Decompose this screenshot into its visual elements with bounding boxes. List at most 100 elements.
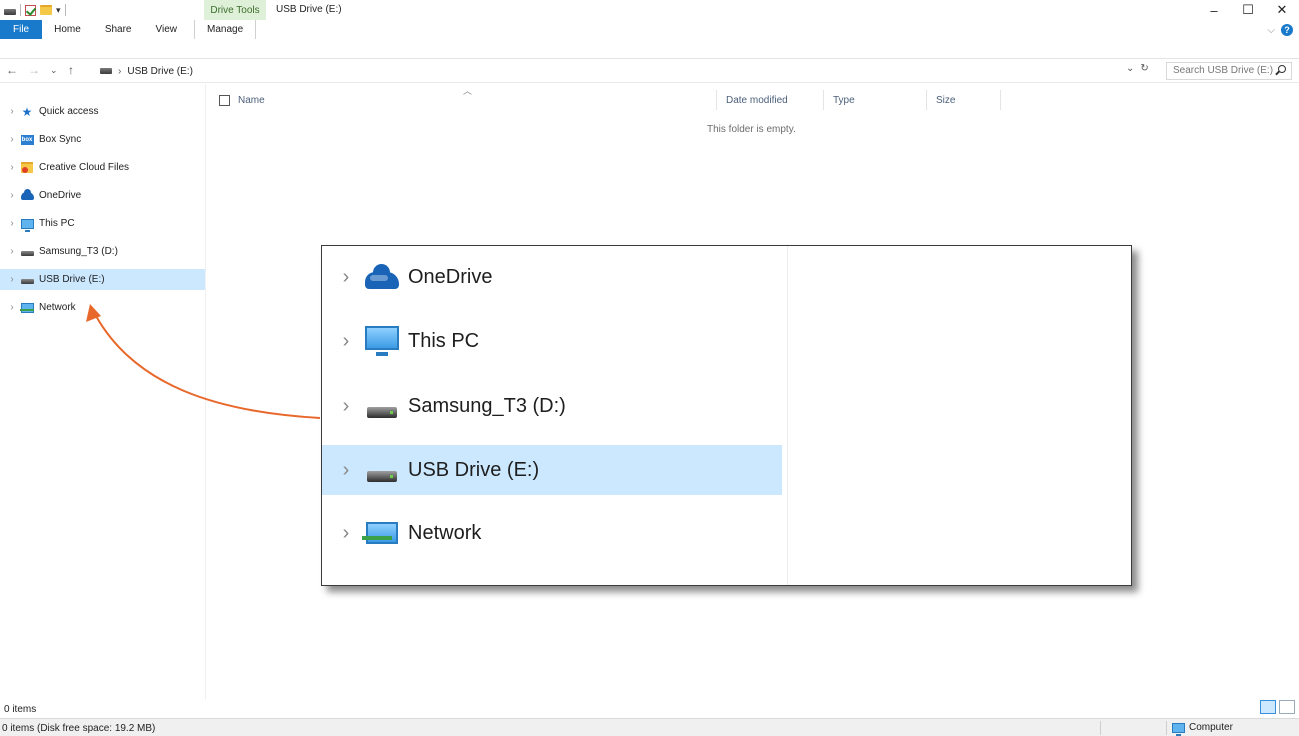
nav-item-label: Creative Cloud Files xyxy=(39,162,130,173)
zoom-item-label: This PC xyxy=(408,329,480,352)
expand-ribbon-icon[interactable]: ⌵ xyxy=(1267,25,1275,36)
nav-item-label: Samsung_T3 (D:) xyxy=(39,246,118,257)
expand-chevron-icon[interactable]: › xyxy=(4,106,20,117)
refresh-icon[interactable]: ↻ xyxy=(1140,63,1148,74)
nav-item-box-sync[interactable]: › box Box Sync xyxy=(0,129,205,150)
expand-chevron-icon[interactable]: › xyxy=(4,218,20,229)
network-icon xyxy=(362,518,400,548)
expand-chevron-icon[interactable]: › xyxy=(4,274,20,285)
ribbon: File Home Share View Manage ⌵ ? xyxy=(0,20,1299,59)
address-dropdown-icon[interactable]: ⌄ xyxy=(1126,63,1134,74)
column-label: Name xyxy=(238,94,265,106)
zoom-item-label: OneDrive xyxy=(408,265,493,288)
large-icons-view-icon[interactable] xyxy=(1279,700,1295,714)
expand-chevron-icon: › xyxy=(342,265,350,288)
drive-icon[interactable] xyxy=(4,9,16,15)
nav-item-network[interactable]: › Network xyxy=(0,297,205,318)
help-icon[interactable]: ? xyxy=(1281,24,1293,36)
address-field[interactable]: › USB Drive (E:) xyxy=(96,62,1162,80)
column-label: Size xyxy=(936,94,956,106)
empty-folder-message: This folder is empty. xyxy=(707,124,796,135)
tab-file[interactable]: File xyxy=(0,20,43,39)
minimize-button[interactable]: – xyxy=(1197,0,1231,20)
view-switcher xyxy=(1260,700,1295,714)
status-divider xyxy=(1100,721,1101,735)
back-arrow-icon[interactable]: ← xyxy=(6,63,18,77)
nav-item-creative-cloud-files[interactable]: › Creative Cloud Files xyxy=(0,157,205,178)
expand-chevron-icon[interactable]: › xyxy=(4,246,20,257)
nav-item-usb-drive[interactable]: › USB Drive (E:) xyxy=(0,269,205,290)
column-divider[interactable] xyxy=(716,90,717,110)
toolbar-separator xyxy=(64,4,66,16)
column-divider[interactable] xyxy=(823,90,824,110)
zoom-item-network: › Network xyxy=(322,508,782,558)
new-folder-icon[interactable] xyxy=(40,5,52,15)
nav-item-onedrive[interactable]: › OneDrive xyxy=(0,185,205,206)
quick-access-toolbar: ▾ xyxy=(4,3,66,17)
details-status-bar: 0 items (Disk free space: 19.2 MB) Compu… xyxy=(0,718,1299,736)
navigation-pane: › ★ Quick access › box Box Sync › Creati… xyxy=(0,84,206,700)
search-placeholder: Search USB Drive (E:) xyxy=(1173,65,1273,76)
expand-chevron-icon: › xyxy=(342,329,350,352)
status-divider xyxy=(1166,721,1167,735)
zoom-callout: › OneDrive › This PC › Samsung_T3 (D:) ›… xyxy=(321,245,1132,586)
sort-ascending-icon: ︿ xyxy=(463,86,473,96)
tab-manage[interactable]: Manage xyxy=(194,20,257,39)
zoom-item-samsung-t3: › Samsung_T3 (D:) xyxy=(322,381,782,431)
nav-item-label: This PC xyxy=(39,218,75,229)
breadcrumb-chevron-icon[interactable]: › xyxy=(118,66,121,77)
ribbon-tabs: File Home Share View Manage xyxy=(0,20,257,58)
expand-chevron-icon: › xyxy=(342,521,350,544)
tab-home[interactable]: Home xyxy=(42,20,93,58)
address-tools: ⌄ ↻ xyxy=(1126,63,1149,74)
search-icon[interactable] xyxy=(1278,65,1286,73)
zoom-item-usb-drive: › USB Drive (E:) xyxy=(322,445,782,495)
star-icon: ★ xyxy=(21,104,33,119)
column-divider[interactable] xyxy=(1000,90,1001,110)
computer-icon xyxy=(364,326,400,356)
recent-locations-icon[interactable]: ⌄ xyxy=(50,65,58,76)
expand-chevron-icon[interactable]: › xyxy=(4,162,20,173)
computer-icon xyxy=(20,217,34,232)
expand-chevron-icon[interactable]: › xyxy=(4,190,20,201)
breadcrumb-current[interactable]: USB Drive (E:) xyxy=(127,66,193,77)
properties-icon[interactable] xyxy=(25,4,36,16)
nav-item-label: USB Drive (E:) xyxy=(39,274,105,285)
nav-item-quick-access[interactable]: › ★ Quick access xyxy=(0,101,205,122)
expand-chevron-icon: › xyxy=(342,394,350,417)
column-label: Type xyxy=(833,94,855,106)
column-divider[interactable] xyxy=(926,90,927,110)
onedrive-icon xyxy=(364,262,400,292)
disk-free-space: 0 items (Disk free space: 19.2 MB) xyxy=(2,723,156,734)
tab-share[interactable]: Share xyxy=(93,20,144,58)
column-header-name[interactable]: Name xyxy=(219,90,265,110)
expand-chevron-icon: › xyxy=(342,458,350,481)
zoom-item-onedrive: › OneDrive xyxy=(322,252,782,302)
select-all-checkbox[interactable] xyxy=(219,94,230,106)
tab-view[interactable]: View xyxy=(144,20,190,58)
expand-chevron-icon[interactable]: › xyxy=(4,302,20,313)
ribbon-right-controls: ⌵ ? xyxy=(1267,24,1293,36)
nav-item-label: OneDrive xyxy=(39,190,82,201)
drive-tools-tab[interactable]: Drive Tools xyxy=(204,0,266,20)
search-input[interactable]: Search USB Drive (E:) xyxy=(1166,62,1292,80)
customize-toolbar-icon[interactable]: ▾ xyxy=(56,5,61,16)
column-label: Date modified xyxy=(726,94,788,106)
up-arrow-icon[interactable]: ↑ xyxy=(68,63,74,77)
toolbar-separator xyxy=(20,4,21,16)
column-header-type[interactable]: Type xyxy=(833,90,855,110)
column-header-date-modified[interactable]: Date modified xyxy=(726,90,788,110)
details-view-icon[interactable] xyxy=(1260,700,1276,714)
close-button[interactable]: ✕ xyxy=(1265,0,1299,20)
zoom-item-label: Network xyxy=(408,521,482,544)
nav-item-label: Network xyxy=(39,302,76,313)
nav-item-this-pc[interactable]: › This PC xyxy=(0,213,205,234)
status-bar: 0 items xyxy=(0,700,1299,718)
nav-item-samsung-t3[interactable]: › Samsung_T3 (D:) xyxy=(0,241,205,262)
window-title: USB Drive (E:) xyxy=(276,4,342,15)
maximize-button[interactable]: ☐ xyxy=(1231,0,1265,20)
forward-arrow-icon[interactable]: → xyxy=(28,63,40,77)
column-header-size[interactable]: Size xyxy=(936,90,955,110)
title-bar: ▾ Drive Tools USB Drive (E:) – ☐ ✕ xyxy=(0,0,1299,20)
expand-chevron-icon[interactable]: › xyxy=(4,134,20,145)
